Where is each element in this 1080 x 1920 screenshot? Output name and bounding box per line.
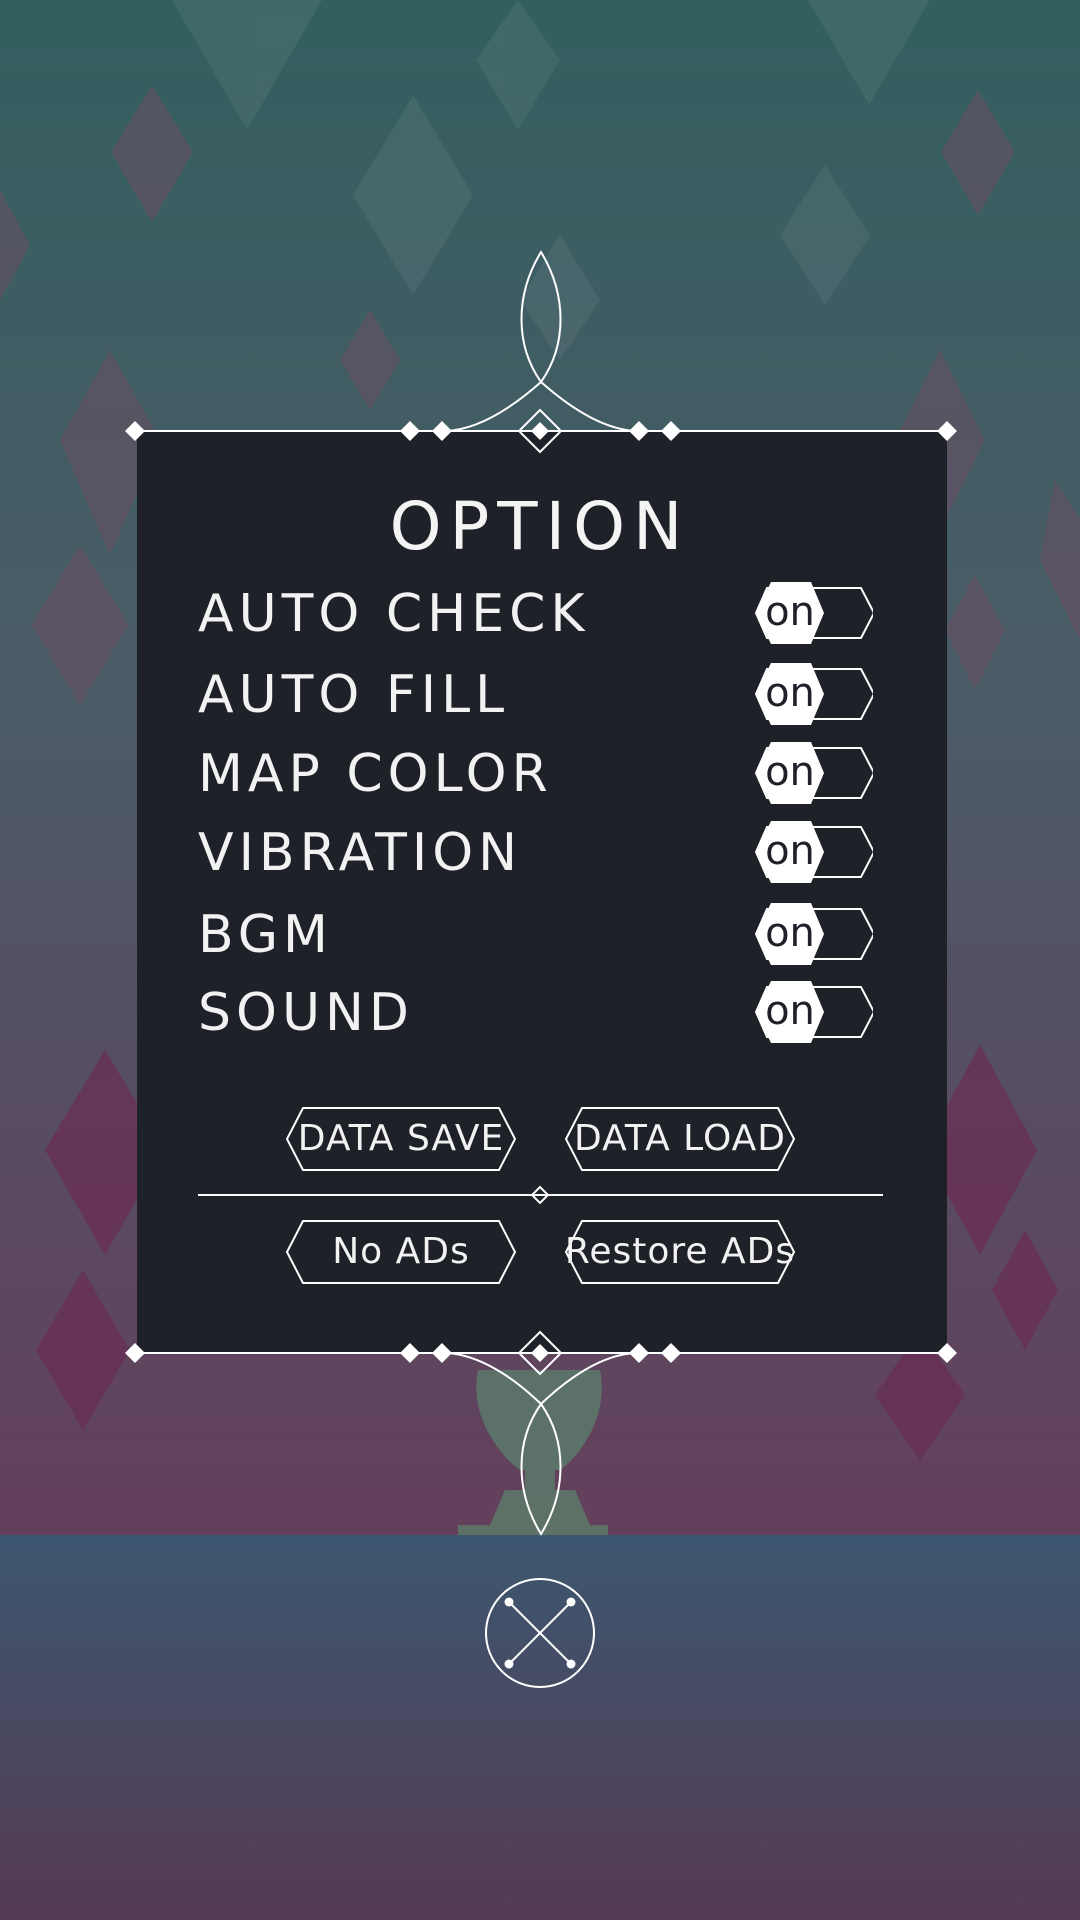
setting-row-map-color: MAP COLOR on [198,739,898,809]
options-title: OPTION [389,488,691,565]
setting-row-sound: SOUND on [198,978,898,1048]
setting-label: MAP COLOR [198,744,553,804]
toggle-state: on [765,988,815,1034]
close-x-circle-icon [485,1578,595,1688]
sound-toggle[interactable]: on [753,981,873,1043]
data-load-label: DATA LOAD [573,1118,786,1159]
options-panel [137,431,947,1353]
restore-ads-button[interactable]: Restore ADs [564,1219,796,1285]
setting-row-bgm: BGM on [198,900,898,970]
data-save-label: DATA SAVE [297,1118,505,1159]
data-save-button[interactable]: DATA SAVE [285,1106,517,1172]
restore-ads-label: Restore ADs [564,1231,796,1272]
setting-row-vibration: VIBRATION on [198,818,898,888]
setting-row-auto-check: AUTO CHECK on [198,579,898,649]
setting-label: SOUND [198,983,414,1043]
setting-row-auto-fill: AUTO FILL on [198,660,898,730]
bgm-toggle[interactable]: on [753,903,873,965]
vibration-toggle[interactable]: on [753,821,873,883]
setting-label: VIBRATION [198,823,523,883]
toggle-state: on [765,828,815,874]
toggle-state: on [765,749,815,795]
data-load-button[interactable]: DATA LOAD [564,1106,796,1172]
toggle-state: on [765,910,815,956]
setting-label: AUTO FILL [198,665,510,725]
close-button[interactable] [484,1577,596,1689]
toggle-state: on [765,670,815,716]
auto-fill-toggle[interactable]: on [753,663,873,725]
map-color-toggle[interactable]: on [753,742,873,804]
auto-check-toggle[interactable]: on [753,582,873,644]
setting-label: AUTO CHECK [198,584,590,644]
setting-label: BGM [198,905,333,965]
no-ads-label: No ADs [332,1231,470,1272]
no-ads-button[interactable]: No ADs [285,1219,517,1285]
toggle-state: on [765,589,815,635]
